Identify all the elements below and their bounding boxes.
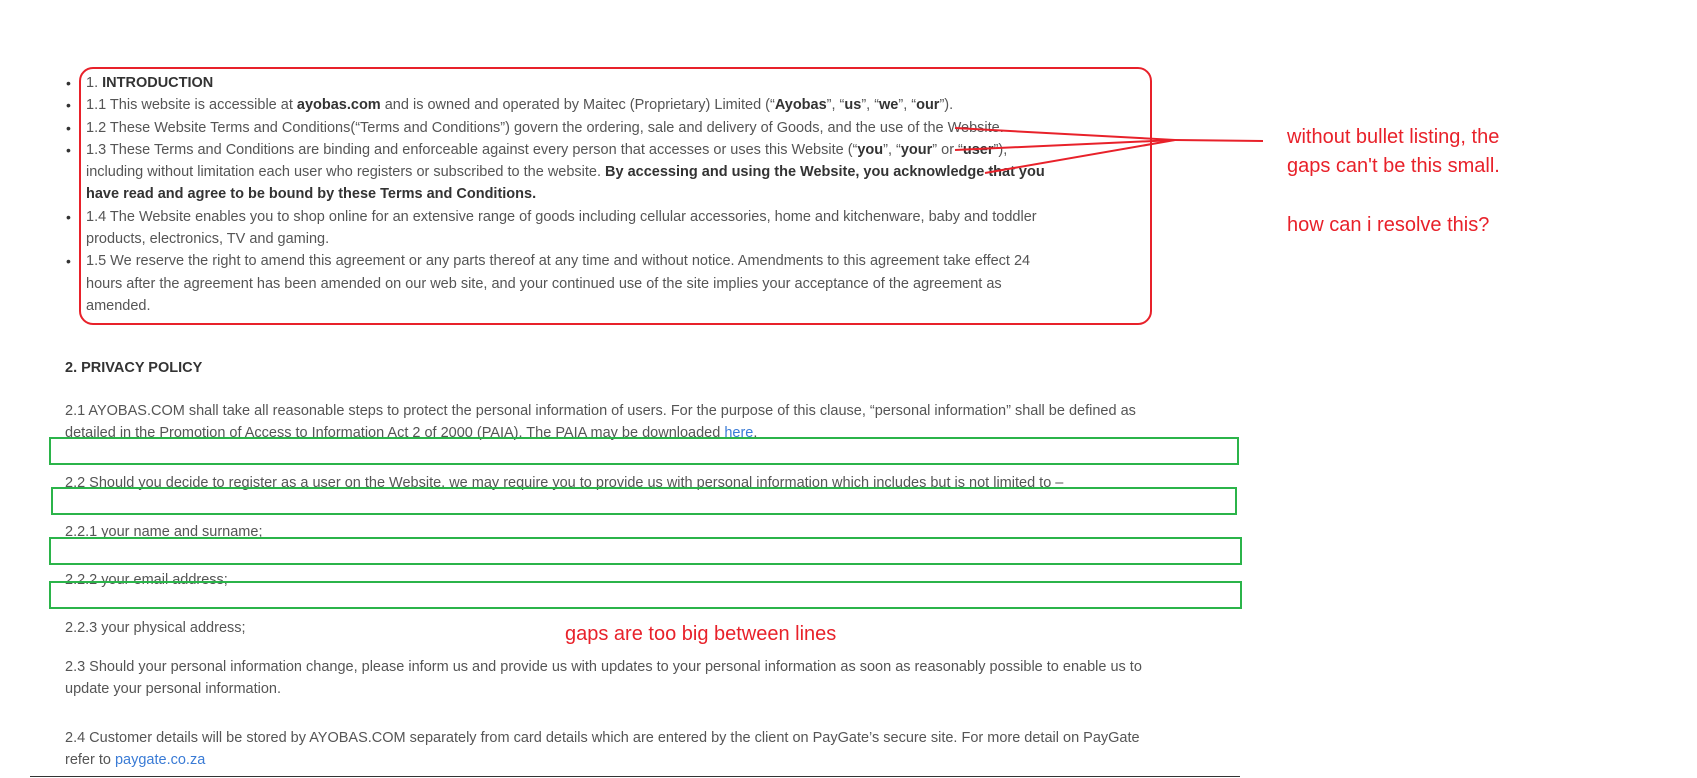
annotation-red-line1: without bullet listing, the (1287, 126, 1500, 148)
annotation-red-line2: gaps can't be this small. (1287, 155, 1500, 177)
annotation-arrows (954, 127, 1264, 174)
annotation-green-note: gaps are too big between lines (565, 623, 837, 645)
annotation-red-question: how can i resolve this? (1287, 214, 1490, 236)
annotation-arrow-lines (954, 127, 1264, 174)
